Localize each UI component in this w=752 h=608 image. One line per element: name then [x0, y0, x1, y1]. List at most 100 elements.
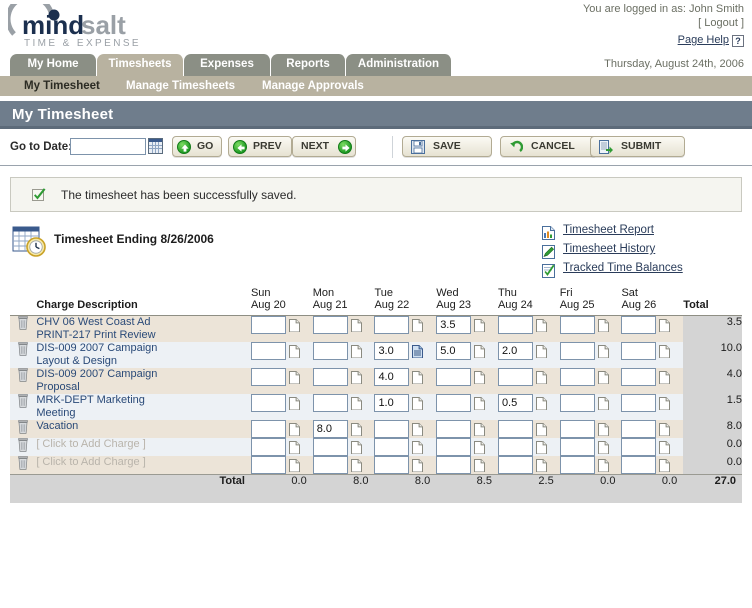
note-empty-icon[interactable] — [350, 344, 362, 358]
note-empty-icon[interactable] — [288, 396, 300, 410]
note-empty-icon[interactable] — [288, 344, 300, 358]
hours-input-thu[interactable] — [497, 438, 533, 456]
hours-input-mon[interactable] — [312, 438, 348, 456]
hours-input-thu[interactable] — [497, 316, 533, 334]
note-empty-icon[interactable] — [597, 318, 609, 332]
note-empty-icon[interactable] — [288, 318, 300, 332]
tab-my-home[interactable]: My Home — [10, 54, 97, 76]
hours-input-mon[interactable] — [312, 342, 348, 360]
note-empty-icon[interactable] — [535, 396, 547, 410]
note-empty-icon[interactable] — [474, 458, 486, 472]
charge-code[interactable]: MRK-DEPT Marketing — [36, 394, 251, 407]
note-filled-icon[interactable] — [412, 344, 424, 358]
note-empty-icon[interactable] — [659, 458, 671, 472]
trash-icon[interactable] — [17, 394, 29, 408]
hours-input-fri[interactable] — [559, 316, 595, 334]
note-empty-icon[interactable] — [474, 422, 486, 436]
note-empty-icon[interactable] — [597, 344, 609, 358]
charge-code[interactable]: CHV 06 West Coast Ad — [36, 316, 251, 329]
note-empty-icon[interactable] — [535, 422, 547, 436]
note-empty-icon[interactable] — [412, 458, 424, 472]
cancel-button[interactable]: CANCEL — [500, 136, 597, 157]
hours-input-tue[interactable] — [374, 456, 410, 474]
hours-input-fri[interactable] — [559, 420, 595, 438]
note-empty-icon[interactable] — [597, 422, 609, 436]
note-empty-icon[interactable] — [535, 370, 547, 384]
note-empty-icon[interactable] — [288, 370, 300, 384]
note-empty-icon[interactable] — [659, 318, 671, 332]
hours-input-wed[interactable] — [436, 420, 472, 438]
hours-input-sun[interactable] — [250, 368, 286, 386]
hours-input-sun[interactable] — [250, 342, 286, 360]
note-empty-icon[interactable] — [350, 370, 362, 384]
hours-input-sat[interactable] — [621, 368, 657, 386]
charge-description-cell[interactable]: [ Click to Add Charge ] — [36, 456, 251, 475]
hours-input-fri[interactable] — [559, 368, 595, 386]
note-empty-icon[interactable] — [535, 440, 547, 454]
charge-description-cell[interactable]: DIS-009 2007 Campaign Proposal — [36, 368, 251, 394]
hours-input-thu[interactable] — [497, 420, 533, 438]
note-empty-icon[interactable] — [474, 318, 486, 332]
trash-icon[interactable] — [17, 456, 29, 470]
note-empty-icon[interactable] — [288, 422, 300, 436]
timesheet-history-link[interactable]: Timesheet History — [563, 243, 655, 255]
note-empty-icon[interactable] — [412, 440, 424, 454]
add-charge-link[interactable]: [ Click to Add Charge ] — [36, 438, 251, 450]
hours-input-mon[interactable] — [312, 316, 348, 334]
charge-description-cell[interactable]: [ Click to Add Charge ] — [36, 438, 251, 456]
hours-input-wed[interactable] — [436, 438, 472, 456]
trash-icon[interactable] — [17, 438, 29, 452]
hours-input-sat[interactable] — [621, 342, 657, 360]
hours-input-sun[interactable] — [250, 394, 286, 412]
hours-input-sat[interactable] — [621, 438, 657, 456]
hours-input-thu[interactable] — [497, 342, 533, 360]
hours-input-tue[interactable] — [374, 316, 410, 334]
hours-input-tue[interactable] — [374, 368, 410, 386]
hours-input-sun[interactable] — [250, 316, 286, 334]
charge-task[interactable]: Proposal — [36, 381, 251, 394]
charge-code[interactable]: DIS-009 2007 Campaign — [36, 342, 251, 355]
hours-input-sat[interactable] — [621, 316, 657, 334]
hours-input-wed[interactable] — [436, 368, 472, 386]
tab-timesheets[interactable]: Timesheets — [97, 54, 184, 76]
go-button[interactable]: GO — [172, 136, 222, 157]
hours-input-tue[interactable] — [374, 420, 410, 438]
note-empty-icon[interactable] — [350, 422, 362, 436]
note-empty-icon[interactable] — [412, 422, 424, 436]
hours-input-fri[interactable] — [559, 394, 595, 412]
trash-icon[interactable] — [17, 420, 29, 434]
note-empty-icon[interactable] — [659, 344, 671, 358]
hours-input-wed[interactable] — [436, 316, 472, 334]
note-empty-icon[interactable] — [350, 458, 362, 472]
hours-input-fri[interactable] — [559, 456, 595, 474]
tracked-time-balances-link[interactable]: Tracked Time Balances — [563, 262, 683, 274]
charge-description-cell[interactable]: Vacation — [36, 420, 251, 438]
note-empty-icon[interactable] — [350, 440, 362, 454]
hours-input-mon[interactable] — [312, 368, 348, 386]
logout-link[interactable]: [ Logout ] — [583, 16, 744, 30]
tab-expenses[interactable]: Expenses — [184, 54, 271, 76]
charge-task[interactable]: Meeting — [36, 407, 251, 420]
note-empty-icon[interactable] — [597, 396, 609, 410]
save-button[interactable]: SAVE — [402, 136, 492, 157]
add-charge-link[interactable]: [ Click to Add Charge ] — [36, 456, 251, 468]
trash-icon[interactable] — [17, 368, 29, 382]
tab-administration[interactable]: Administration — [346, 54, 452, 76]
note-empty-icon[interactable] — [659, 370, 671, 384]
note-empty-icon[interactable] — [659, 422, 671, 436]
subnav-manage-timesheets[interactable]: Manage Timesheets — [126, 78, 235, 94]
charge-description-cell[interactable]: CHV 06 West Coast Ad PRINT-217 Print Revi… — [36, 315, 251, 342]
note-empty-icon[interactable] — [535, 344, 547, 358]
hours-input-thu[interactable] — [497, 368, 533, 386]
hours-input-wed[interactable] — [436, 456, 472, 474]
help-question-icon[interactable]: ? — [732, 35, 744, 47]
trash-icon[interactable] — [17, 342, 29, 356]
note-empty-icon[interactable] — [659, 440, 671, 454]
tab-reports[interactable]: Reports — [271, 54, 346, 76]
charge-task[interactable]: Layout & Design — [36, 355, 251, 368]
hours-input-mon[interactable] — [312, 394, 348, 412]
charge-description-cell[interactable]: DIS-009 2007 Campaign Layout & Design — [36, 342, 251, 368]
note-empty-icon[interactable] — [474, 396, 486, 410]
note-empty-icon[interactable] — [288, 458, 300, 472]
charge-description-cell[interactable]: MRK-DEPT Marketing Meeting — [36, 394, 251, 420]
